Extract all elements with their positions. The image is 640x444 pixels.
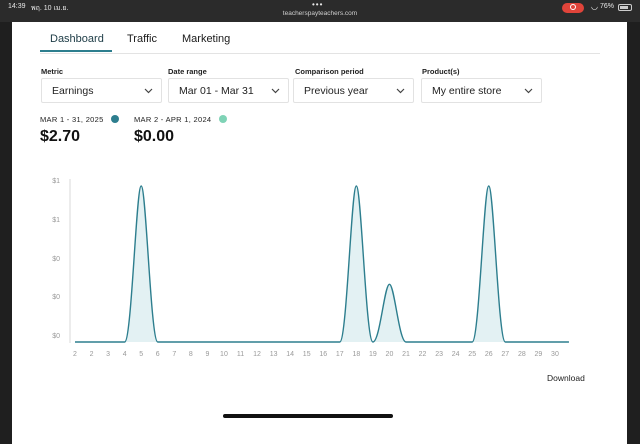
x-tick-label: 9: [205, 351, 209, 358]
x-tick-label: 24: [452, 351, 460, 358]
x-tick-label: 29: [535, 351, 543, 358]
dashboard-page: Dashboard Traffic Marketing Metric Earni…: [12, 22, 627, 444]
y-tick-label: $1: [52, 178, 60, 185]
x-tick-label: 19: [369, 351, 377, 358]
wifi-icon: ◡: [591, 2, 598, 11]
x-tick-label: 15: [303, 351, 311, 358]
battery-icon: [618, 4, 632, 11]
x-tick-label: 26: [485, 351, 493, 358]
earnings-chart: $1$1$0$0$02 2 3 4 5 6 7 8 9 10 11 12 13 14 15 16 17 18 19 2…: [52, 178, 569, 358]
y-tick-label: $1: [52, 217, 60, 224]
x-tick-label: 2: [73, 351, 77, 358]
x-tick-label: 8: [189, 351, 193, 358]
x-tick-label: 27: [501, 351, 509, 358]
status-time: 14:39: [8, 3, 26, 10]
multitask-dots-icon[interactable]: •••: [312, 0, 323, 9]
x-tick-label: 12: [253, 351, 261, 358]
x-tick-label: 22: [419, 351, 427, 358]
x-tick-label: 14: [286, 351, 294, 358]
x-tick-label: 10: [220, 351, 228, 358]
y-tick-label: $0: [52, 294, 60, 301]
x-tick-label: 25: [468, 351, 476, 358]
x-tick-label: 2: [90, 351, 94, 358]
x-tick-label: 20: [386, 351, 394, 358]
x-tick-label: 28: [518, 351, 526, 358]
x-tick-label: 30: [551, 351, 559, 358]
x-tick-label: 6: [156, 351, 160, 358]
x-tick-label: 21: [402, 351, 410, 358]
battery-percent: 76%: [600, 3, 615, 10]
x-tick-label: 11: [237, 351, 244, 358]
y-tick-label: $0: [52, 333, 60, 340]
x-tick-label: 4: [123, 351, 127, 358]
home-indicator: [223, 414, 393, 418]
download-button[interactable]: Download: [547, 373, 585, 383]
x-tick-label: 7: [172, 351, 176, 358]
x-tick-label: 5: [139, 351, 143, 358]
x-tick-label: 16: [319, 351, 327, 358]
x-tick-label: 23: [435, 351, 443, 358]
x-tick-label: 18: [352, 351, 360, 358]
x-tick-label: 13: [270, 351, 278, 358]
address-url[interactable]: teacherspayteachers.com: [0, 10, 640, 17]
x-tick-label: 17: [336, 351, 344, 358]
status-bar: 14:39 พฤ. 10 เม.ย. ••• teacherspayteache…: [0, 0, 640, 22]
y-tick-label: $0: [52, 256, 60, 263]
screen-record-icon[interactable]: [562, 3, 584, 13]
x-tick-label: 3: [106, 351, 110, 358]
